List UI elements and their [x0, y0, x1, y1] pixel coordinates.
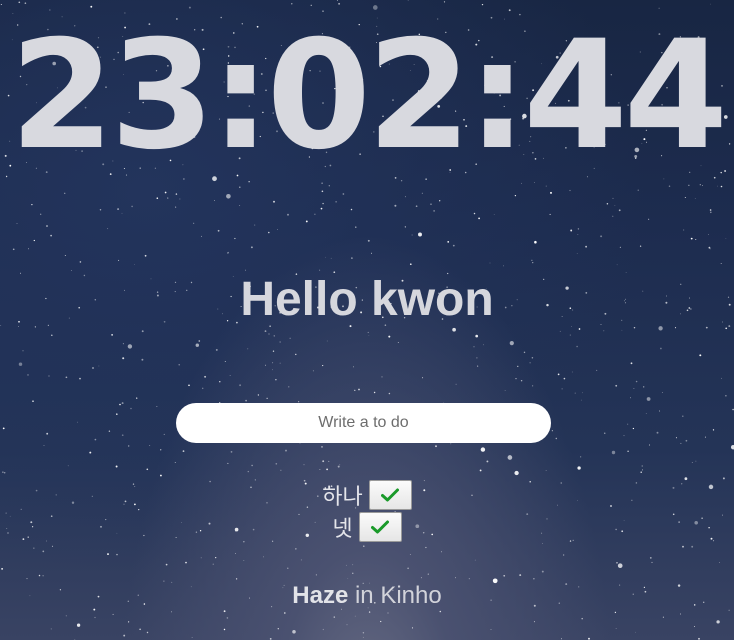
- photo-credit: Haze in Kinho: [0, 582, 734, 610]
- todo-done-button[interactable]: [368, 480, 412, 510]
- checkmark-icon: [381, 488, 400, 502]
- checkmark-icon: [371, 520, 390, 534]
- clock-display: 23:02:44: [9, 9, 728, 183]
- todo-list: 하나 넷: [0, 480, 734, 544]
- todo-item-text: 하나: [322, 485, 363, 510]
- todo-input[interactable]: [176, 403, 551, 443]
- greeting-text: Hello kwon: [240, 273, 494, 326]
- todo-item-text: 넷: [332, 517, 353, 542]
- todo-done-button[interactable]: [358, 512, 402, 542]
- credit-connector: in: [354, 582, 374, 609]
- credit-author: Haze: [292, 582, 349, 609]
- credit-place: Kinho: [380, 582, 442, 609]
- todo-item: 하나: [0, 480, 734, 510]
- todo-item: 넷: [0, 512, 734, 542]
